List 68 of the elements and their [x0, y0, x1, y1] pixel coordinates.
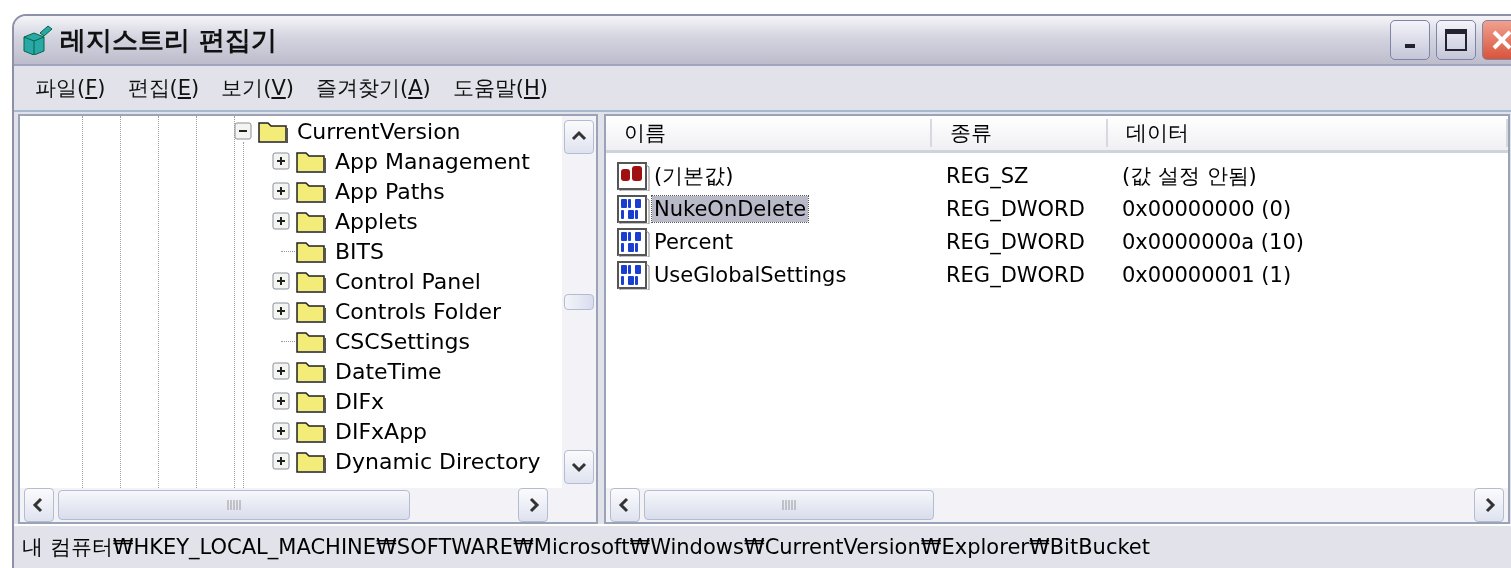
expand-icon[interactable] [272, 452, 290, 470]
grip-icon [227, 499, 241, 511]
tree-item[interactable]: Applets [332, 208, 421, 234]
expand-icon[interactable] [272, 272, 290, 290]
expand-icon[interactable] [272, 212, 290, 230]
binary-value-icon [616, 226, 650, 257]
collapse-icon[interactable] [234, 122, 252, 140]
minimize-button[interactable] [1390, 20, 1430, 60]
expand-icon[interactable] [272, 422, 290, 440]
window-title: 레지스트리 편집기 [60, 23, 279, 57]
value-type: REG_DWORD [945, 196, 1086, 221]
menu-item[interactable]: 보기(V) [212, 70, 303, 106]
tree-item[interactable]: CSCSettings [332, 328, 473, 354]
menu-item[interactable]: 파일(F) [26, 70, 115, 106]
scroll-left-button[interactable] [24, 488, 54, 522]
scroll-right-button[interactable] [518, 488, 548, 522]
value-type: REG_SZ [945, 163, 1030, 188]
menu-item[interactable]: 도움말(H) [443, 70, 557, 106]
registry-cubes-icon [22, 25, 54, 55]
scroll-left-button[interactable] [610, 488, 640, 522]
menu-item[interactable]: 편집(E) [118, 70, 209, 106]
tree-item[interactable]: Control Panel [332, 268, 484, 294]
expand-icon[interactable] [272, 392, 290, 410]
maximize-icon [1443, 27, 1469, 53]
expand-icon[interactable] [272, 362, 290, 380]
scroll-up-button[interactable] [564, 120, 594, 154]
value-name[interactable]: Percent [652, 228, 736, 255]
close-button[interactable] [1482, 20, 1511, 60]
tree-item[interactable]: DIFx [332, 388, 388, 414]
tree-item[interactable]: CurrentVersion [294, 118, 464, 144]
binary-value-icon [616, 259, 650, 290]
column-header[interactable]: 종류 [932, 119, 1108, 147]
scroll-thumb[interactable] [564, 294, 594, 310]
value-data: (값 설정 안됨) [1121, 162, 1258, 190]
binary-value-icon [616, 193, 650, 224]
minimize-icon [1405, 44, 1415, 48]
grip-icon [782, 499, 796, 511]
value-data: 0x00000000 (0) [1121, 196, 1293, 221]
value-data: 0x0000000a (10) [1121, 229, 1305, 254]
tree-item[interactable]: BITS [332, 238, 387, 264]
scroll-thumb[interactable] [58, 490, 410, 520]
expand-icon[interactable] [272, 152, 290, 170]
scroll-thumb[interactable] [644, 490, 934, 520]
string-value-icon [616, 160, 650, 191]
value-type: REG_DWORD [945, 262, 1086, 287]
maximize-button[interactable] [1436, 20, 1476, 60]
menu-item[interactable]: 즐겨찾기(A) [306, 70, 440, 106]
expand-icon[interactable] [272, 182, 290, 200]
scroll-down-button[interactable] [564, 450, 594, 484]
tree-item[interactable]: Dynamic Directory [332, 448, 544, 474]
tree-item[interactable]: App Paths [332, 178, 448, 204]
column-header[interactable]: 데이터 [1108, 119, 1508, 147]
value-name[interactable]: NukeOnDelete [652, 195, 809, 222]
tree-item[interactable]: App Management [332, 148, 533, 174]
expand-icon[interactable] [272, 302, 290, 320]
horizontal-scrollbar[interactable] [606, 488, 1508, 522]
tree-item[interactable]: DIFxApp [332, 418, 431, 444]
value-data: 0x00000001 (1) [1121, 262, 1293, 287]
scroll-right-button[interactable] [1474, 488, 1504, 522]
vertical-scrollbar[interactable] [562, 116, 596, 488]
horizontal-scrollbar[interactable] [20, 488, 596, 522]
tree-item[interactable]: DateTime [332, 358, 445, 384]
value-type: REG_DWORD [945, 229, 1086, 254]
value-name[interactable]: UseGlobalSettings [652, 261, 849, 288]
value-name[interactable]: (기본값) [652, 160, 736, 191]
status-path: 내 컴퓨터₩HKEY_LOCAL_MACHINE₩SOFTWARE₩Microsoft₩Windows₩CurrentVersion₩Explorer₩BitBucket [22, 534, 1150, 561]
column-header[interactable]: 이름 [606, 119, 932, 147]
tree-item[interactable]: Controls Folder [332, 298, 504, 324]
